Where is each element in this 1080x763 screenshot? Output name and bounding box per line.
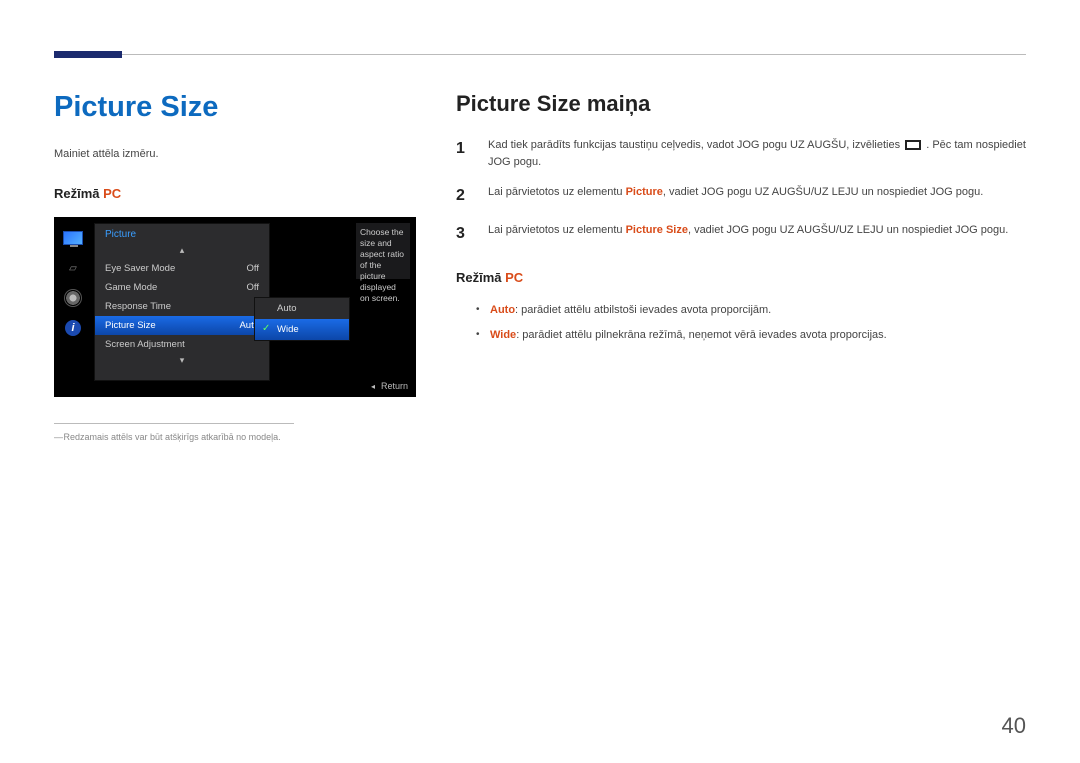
osd-row-label: Picture Size	[105, 320, 156, 331]
step-text: Lai pārvietotos uz elementu Picture Size…	[488, 222, 1008, 246]
osd-mock: ▱ i Picture ▴ Eye Saver Mode Off Game Mo…	[54, 217, 416, 397]
osd-panel-title: Picture	[95, 224, 269, 244]
page-number: 40	[1002, 713, 1026, 739]
osd-return-label: Return	[371, 381, 408, 391]
intro-text: Mainiet attēla izmēru.	[54, 148, 422, 160]
step-text: Lai pārvietotos uz elementu Picture, vad…	[488, 184, 983, 208]
step-text: Kad tiek parādīts funkcijas taustiņu ceļ…	[488, 137, 1026, 170]
osd-panel-rows: Eye Saver Mode Off Game Mode Off Respons…	[95, 259, 269, 354]
osd-row-label: Response Time	[105, 301, 171, 312]
mode-header-right: Režīmā PC	[456, 270, 1026, 285]
option-auto: Auto: parādiet attēlu atbilstoši ievades…	[476, 301, 1026, 320]
mode-label: Režīmā	[456, 270, 505, 285]
gear-icon	[62, 289, 84, 307]
steps-list: 1 Kad tiek parādīts funkcijas taustiņu c…	[456, 137, 1026, 246]
option-list: Auto: parādiet attēlu atbilstoši ievades…	[456, 301, 1026, 344]
option-wide: Wide: parādiet attēlu pilnekrāna režīmā,…	[476, 326, 1026, 345]
option-desc: : parādiet attēlu atbilstoši ievades avo…	[515, 304, 771, 316]
top-accent-bar	[54, 51, 122, 58]
osd-row-game-mode: Game Mode Off	[95, 278, 269, 297]
option-desc: : parādiet attēlu pilnekrāna režīmā, neņ…	[516, 329, 887, 341]
osd-row-eye-saver: Eye Saver Mode Off	[95, 259, 269, 278]
footnote-text: Redzamais attēls var būt atšķirīgs atkar…	[54, 432, 422, 442]
step-number: 1	[456, 137, 470, 170]
panel-up-arrow: ▴	[95, 244, 269, 259]
step-number: 3	[456, 222, 470, 246]
panel-down-arrow: ▾	[95, 354, 269, 369]
osd-row-label: Game Mode	[105, 282, 157, 293]
osd-row-screen-adjustment: Screen Adjustment	[95, 335, 269, 354]
top-rule	[54, 54, 1026, 55]
step-keyword: Picture Size	[626, 224, 688, 236]
mode-tag: PC	[103, 186, 121, 201]
option-name: Auto	[490, 304, 515, 316]
step-2: 2 Lai pārvietotos uz elementu Picture, v…	[456, 184, 1026, 208]
option-name: Wide	[490, 329, 516, 341]
menu-icon	[905, 140, 921, 150]
osd-sub-wide: Wide	[255, 319, 349, 340]
osd-row-value: Off	[247, 263, 260, 274]
frame-icon: ▱	[62, 259, 84, 277]
page-title: Picture Size	[54, 91, 422, 124]
step-3: 3 Lai pārvietotos uz elementu Picture Si…	[456, 222, 1026, 246]
step-number: 2	[456, 184, 470, 208]
osd-row-picture-size: Picture Size Auto	[95, 316, 269, 335]
mode-tag: PC	[505, 270, 523, 285]
osd-sidebar: ▱ i	[62, 229, 88, 337]
footnote-rule	[54, 423, 294, 424]
osd-row-label: Screen Adjustment	[105, 339, 185, 350]
osd-row-value: Off	[247, 282, 260, 293]
step-1: 1 Kad tiek parādīts funkcijas taustiņu c…	[456, 137, 1026, 170]
osd-row-label: Eye Saver Mode	[105, 263, 175, 274]
mode-label: Režīmā	[54, 186, 103, 201]
osd-panel: Picture ▴ Eye Saver Mode Off Game Mode O…	[94, 223, 270, 381]
info-icon: i	[62, 319, 84, 337]
step-keyword: Picture	[626, 186, 663, 198]
osd-submenu: Auto Wide	[254, 297, 350, 341]
osd-sub-auto: Auto	[255, 298, 349, 319]
osd-row-response-time: Response Time	[95, 297, 269, 316]
mode-header-left: Režīmā PC	[54, 186, 422, 201]
monitor-icon	[62, 229, 84, 247]
osd-help-text: Choose the size and aspect ratio of the …	[356, 223, 410, 279]
section-title: Picture Size maiņa	[456, 91, 1026, 117]
